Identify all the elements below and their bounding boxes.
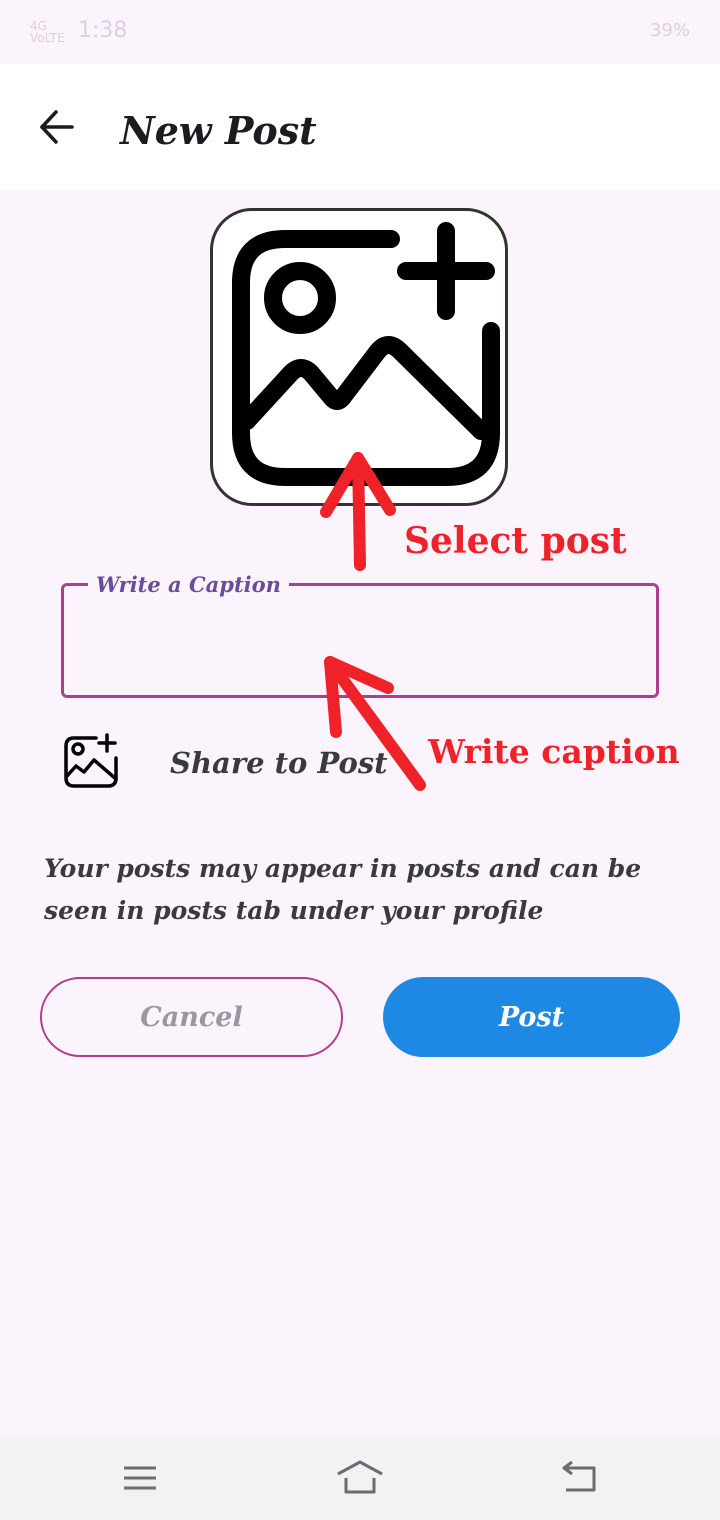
- back-arrow-icon: [40, 110, 74, 144]
- select-post-annotation: Select post: [404, 520, 627, 562]
- page-title: New Post: [120, 108, 317, 153]
- post-visibility-notice: Your posts may appear in posts and can b…: [44, 854, 642, 925]
- system-nav-bar: [0, 1436, 720, 1520]
- back-button[interactable]: [34, 104, 80, 150]
- home-icon[interactable]: [336, 1458, 384, 1498]
- menu-icon[interactable]: [116, 1458, 164, 1498]
- status-time: 1:38: [78, 18, 128, 43]
- network-indicator: 4G VoLTE: [30, 19, 65, 45]
- battery-percent: 39%: [649, 20, 690, 41]
- add-photo-icon: [232, 222, 500, 486]
- add-photo-small-icon: [64, 733, 118, 788]
- back-nav-icon[interactable]: [556, 1458, 604, 1498]
- status-bar: 4G VoLTE 1:38 39%: [0, 0, 720, 64]
- caption-label: Write a Caption: [88, 572, 289, 597]
- cancel-button[interactable]: Cancel: [40, 977, 343, 1057]
- caption-input[interactable]: Write a Caption: [61, 572, 659, 698]
- post-button[interactable]: Post: [383, 977, 680, 1057]
- app-bar: New Post: [0, 64, 720, 190]
- share-to-post-label: Share to Post: [170, 746, 388, 780]
- write-caption-annotation: Write caption: [428, 732, 680, 771]
- select-image-button[interactable]: [210, 208, 508, 506]
